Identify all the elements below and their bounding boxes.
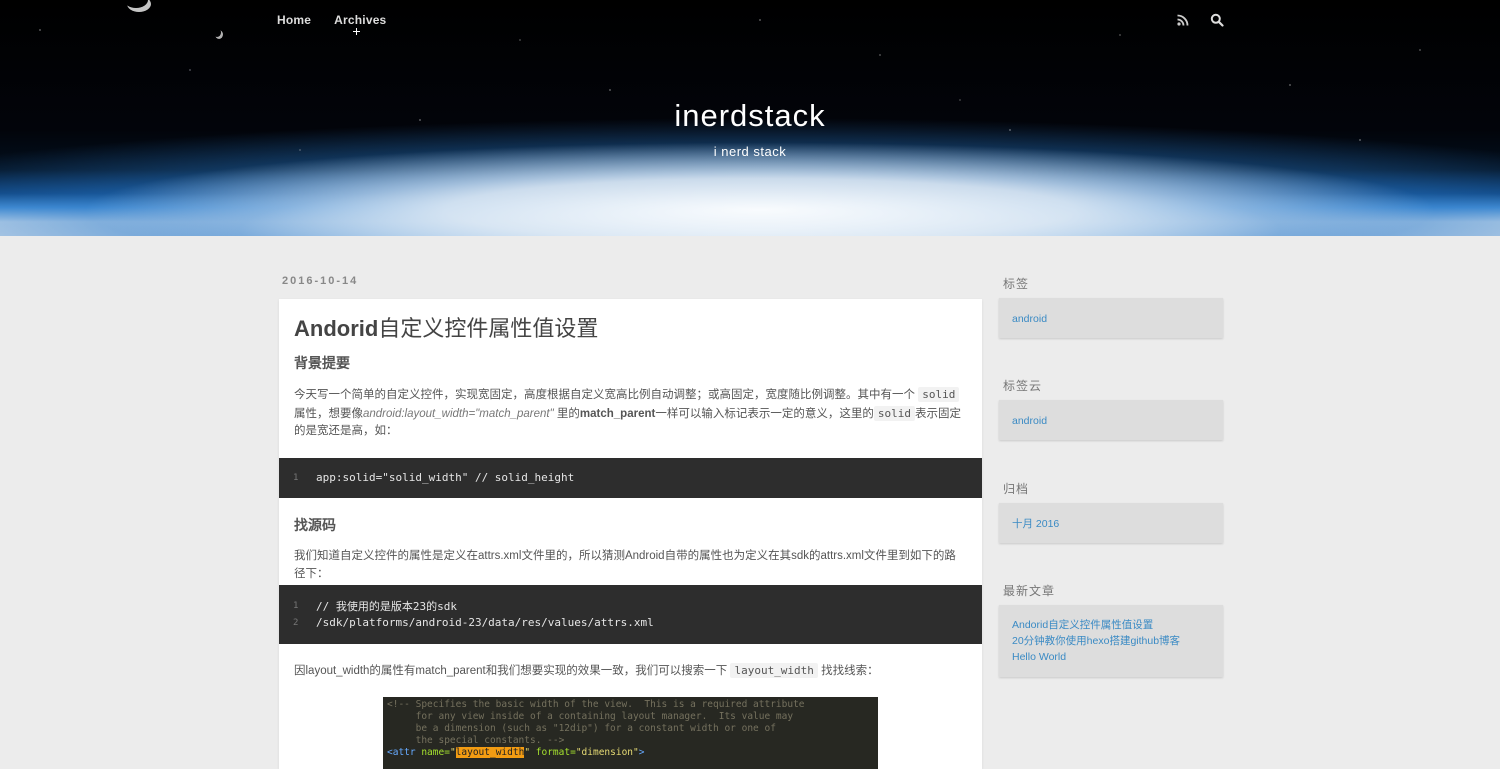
code-line: 2 /sdk/platforms/android-23/data/res/val… — [279, 614, 982, 631]
text: 今天写一个简单的自定义控件，实现宽固定，高度根据自定义宽高比例自动调整；或高固定… — [294, 389, 915, 401]
line-number: 1 — [293, 472, 299, 483]
text: 里的 — [556, 407, 580, 420]
bold-text: match_parent — [579, 407, 656, 420]
section-heading-source: 找源码 — [294, 518, 336, 534]
xml-attr: name= — [415, 747, 450, 758]
main-nav: Home Archives — [277, 13, 386, 27]
paragraph-search: 因layout_width的属性有match_parent和我们想要实现的效果一… — [294, 662, 966, 681]
xml-tag: > — [638, 747, 645, 758]
nav-home-link[interactable]: Home — [277, 13, 311, 27]
inline-code: solid — [918, 387, 960, 402]
article-title-rest: 自定义控件属性值设置 — [378, 316, 599, 341]
search-icon[interactable] — [1210, 13, 1224, 27]
widget-title-tagcloud: 标签云 — [1003, 379, 1043, 393]
screenshot-line: <!-- Specifies the basic width of the vi… — [387, 699, 805, 710]
code-text: /sdk/platforms/android-23/data/res/value… — [316, 616, 654, 629]
recent-post-link[interactable]: Hello World — [1012, 649, 1210, 665]
code-block-1: 1 app:solid="solid_width" // solid_heigh… — [279, 458, 982, 498]
site-subtitle: i nerd stack — [713, 144, 787, 159]
xml-tag: <attr — [387, 747, 416, 758]
widget-tags: android — [999, 298, 1223, 338]
code-text: // 我使用的是版本23的sdk — [316, 599, 457, 613]
screenshot-line: be a dimension (such as "12dip") for a c… — [387, 723, 776, 734]
post-date[interactable]: 2016-10-14 — [282, 275, 358, 287]
section-heading-background: 背景提要 — [294, 356, 350, 372]
article-title-prefix: Andorid — [294, 316, 379, 341]
text: 属性，想要像 — [294, 407, 363, 420]
code-block-2: 1 // 我使用的是版本23的sdk 2 /sdk/platforms/andr… — [279, 585, 982, 644]
code-text: app:solid="solid_width" // solid_height — [316, 471, 575, 484]
line-number: 1 — [293, 600, 299, 611]
moon-icon — [213, 28, 221, 37]
recent-post-link[interactable]: Andorid自定义控件属性值设置 — [1012, 617, 1210, 633]
text: 因layout_width的属性有match_parent和我们想要实现的效果一… — [294, 665, 728, 677]
article-card: Andorid自定义控件属性值设置 背景提要 今天写一个简单的自定义控件，实现宽… — [279, 299, 982, 769]
screenshot-line: for any view inside of a containing layo… — [387, 711, 794, 722]
archive-link-oct-2016[interactable]: 十月 2016 — [1012, 516, 1210, 532]
star-sparkle-icon — [353, 28, 360, 35]
line-number: 2 — [293, 617, 299, 628]
rss-icon[interactable] — [1176, 13, 1190, 27]
nav-archives-link[interactable]: Archives — [334, 13, 386, 27]
code-screenshot-image: <!-- Specifies the basic width of the vi… — [383, 697, 878, 769]
tagcloud-link-android[interactable]: android — [1012, 413, 1210, 429]
nav-icons — [1176, 13, 1224, 27]
screenshot-line: <attr name="layout_width" format="dimens… — [383, 747, 878, 759]
xml-quote: " — [449, 747, 456, 758]
text: 找找线索： — [821, 665, 879, 677]
site-title[interactable]: inerdstack — [0, 98, 1500, 134]
code-line: 1 // 我使用的是版本23的sdk — [279, 597, 982, 614]
screenshot-line: the special constants. --> — [387, 735, 565, 746]
code-line: 1 app:solid="solid_width" // solid_heigh… — [279, 469, 982, 486]
paragraph-intro: 今天写一个简单的自定义控件，实现宽固定，高度根据自定义宽高比例自动调整；或高固定… — [294, 386, 966, 441]
widget-title-recent: 最新文章 — [1003, 584, 1056, 598]
article-title[interactable]: Andorid自定义控件属性值设置 — [294, 311, 598, 343]
widget-title-archive: 归档 — [1003, 482, 1030, 496]
widget-archive: 十月 2016 — [999, 503, 1223, 543]
header-banner: Home Archives inerdstack i nerd stack — [0, 0, 1500, 236]
search-highlight: layout_width — [455, 747, 525, 758]
widget-tagcloud: android — [999, 400, 1223, 440]
text: 一样可以输入标记表示一定的意义，这里的 — [655, 407, 874, 420]
tag-link-android[interactable]: android — [1012, 311, 1210, 327]
inline-code: layout_width — [730, 663, 818, 678]
widget-recent-posts: Andorid自定义控件属性值设置 20分钟教你使用hexo搭建github博客… — [999, 605, 1223, 677]
starfield — [0, 0, 1500, 190]
widget-title-tags: 标签 — [1003, 277, 1030, 291]
recent-post-link[interactable]: 20分钟教你使用hexo搭建github博客 — [1012, 633, 1210, 649]
xml-attr: format= — [530, 747, 576, 758]
xml-string: "dimension" — [575, 747, 639, 758]
italic-text: android:layout_width="match_parent" — [363, 407, 554, 420]
inline-code: solid — [873, 405, 915, 421]
paragraph-source: 我们知道自定义控件的属性是定义在attrs.xml文件里的，所以猜测Androi… — [294, 550, 956, 580]
